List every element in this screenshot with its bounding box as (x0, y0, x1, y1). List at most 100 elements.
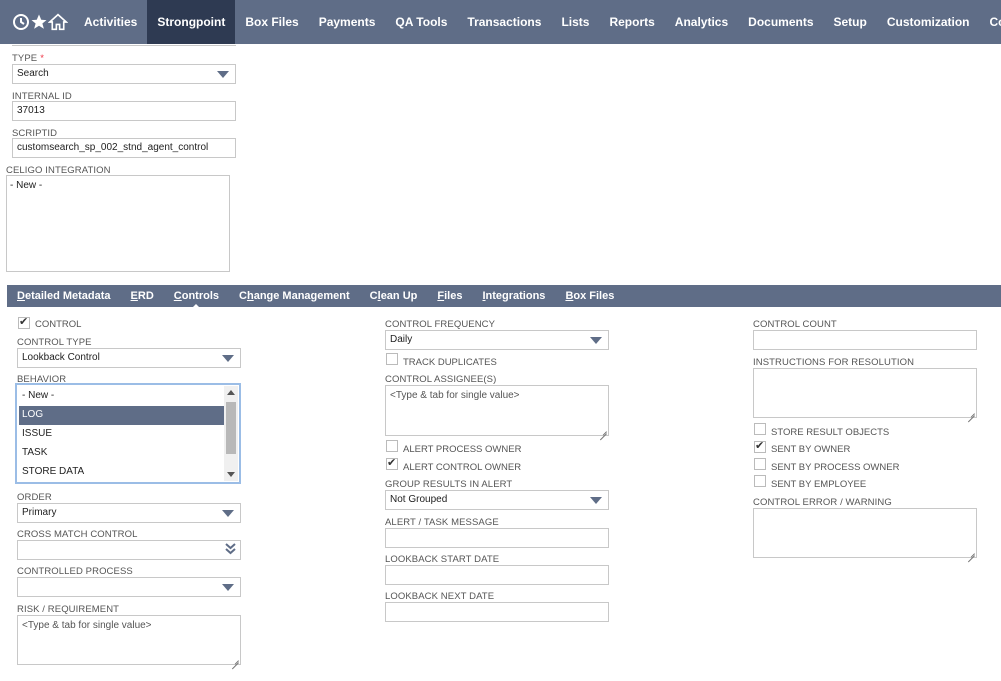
behavior-option[interactable]: - New - (19, 387, 224, 406)
lookback-next-date-input[interactable] (385, 602, 609, 622)
sent-by-owner-label: SENT BY OWNER (771, 444, 851, 455)
resize-handle-icon[interactable] (968, 549, 975, 556)
nav-analytics[interactable]: Analytics (665, 0, 738, 44)
controlled-process-select[interactable] (17, 577, 241, 597)
chevron-down-icon (590, 497, 602, 504)
tab-integrations[interactable]: Integrations (482, 290, 545, 302)
control-frequency-label: CONTROL FREQUENCY (385, 319, 496, 330)
track-duplicates-checkbox[interactable] (386, 353, 398, 365)
control-checkbox-label: CONTROL (35, 319, 82, 330)
control-type-value: Lookback Control (22, 352, 100, 363)
scroll-up-icon[interactable] (227, 390, 235, 395)
group-results-value: Not Grouped (390, 494, 448, 505)
nav-box-files[interactable]: Box Files (235, 0, 308, 44)
alert-process-owner-label: ALERT PROCESS OWNER (403, 444, 522, 455)
behavior-option[interactable]: STORE DATA (19, 463, 224, 482)
control-assignees-placeholder: <Type & tab for single value> (390, 390, 520, 401)
control-assignees-label: CONTROL ASSIGNEE(S) (385, 374, 497, 385)
celigo-integration-listbox[interactable]: - New - (6, 175, 230, 272)
resize-handle-icon[interactable] (968, 409, 975, 416)
nav-transactions[interactable]: Transactions (457, 0, 551, 44)
sent-by-owner-checkbox[interactable] (754, 439, 766, 453)
control-error-warning-input[interactable] (753, 508, 977, 558)
instructions-for-resolution-label: INSTRUCTIONS FOR RESOLUTION (753, 357, 915, 368)
chevron-down-icon (222, 355, 234, 362)
lookback-start-date-input[interactable] (385, 565, 609, 585)
chevron-down-icon (222, 584, 234, 591)
sent-by-employee-checkbox[interactable] (754, 475, 766, 487)
cross-match-control-select[interactable] (17, 540, 241, 560)
instructions-for-resolution-input[interactable] (753, 368, 977, 418)
order-label: ORDER (17, 492, 52, 503)
tab-erd-rest: RD (137, 290, 154, 302)
double-chevron-down-icon[interactable] (225, 543, 236, 558)
tab-files[interactable]: Files (437, 290, 462, 302)
sent-by-employee-label: SENT BY EMPLOYEE (771, 479, 867, 490)
control-type-select[interactable]: Lookback Control (17, 348, 241, 368)
cross-match-control-label: CROSS MATCH CONTROL (17, 529, 138, 540)
group-results-in-alert-select[interactable]: Not Grouped (385, 490, 609, 510)
alert-control-owner-checkbox[interactable] (386, 456, 398, 470)
behavior-scrollbar[interactable] (224, 386, 238, 481)
tab-clean-up[interactable]: Clean Up (370, 290, 418, 302)
nav-customization[interactable]: Customization (877, 0, 980, 44)
risk-requirement-input[interactable]: <Type & tab for single value> (17, 615, 241, 665)
subtab-bar: Detailed Metadata ERD Controls Change Ma… (7, 285, 1001, 307)
scriptid-field[interactable]: customsearch_sp_002_stnd_agent_control (12, 138, 236, 158)
resize-handle-icon[interactable] (232, 656, 239, 663)
type-select-value: Search (17, 68, 49, 79)
tab-box-files[interactable]: Box Files (565, 290, 614, 302)
store-result-objects-checkbox[interactable] (754, 423, 766, 435)
behavior-option[interactable]: TASK (19, 444, 224, 463)
alert-task-message-input[interactable] (385, 528, 609, 548)
nav-payments[interactable]: Payments (309, 0, 386, 44)
tab-change-management-c: C (239, 290, 247, 302)
scrollbar-thumb[interactable] (226, 402, 236, 454)
control-count-label: CONTROL COUNT (753, 319, 837, 330)
nav-documents[interactable]: Documents (738, 0, 823, 44)
sent-by-process-owner-label: SENT BY PROCESS OWNER (771, 462, 900, 473)
behavior-listbox[interactable]: - New - LOG ISSUE TASK STORE DATA (15, 383, 241, 484)
control-type-label: CONTROL TYPE (17, 337, 92, 348)
nav-qa-tools[interactable]: QA Tools (385, 0, 457, 44)
nav-activities[interactable]: Activities (74, 0, 147, 44)
alert-process-owner-checkbox[interactable] (386, 440, 398, 452)
behavior-option[interactable]: ISSUE (19, 425, 224, 444)
nav-strongpoint[interactable]: Strongpoint (147, 0, 236, 44)
nav-more[interactable]: Co (980, 0, 1001, 44)
control-assignees-input[interactable]: <Type & tab for single value> (385, 385, 609, 436)
celigo-integration-option-new[interactable]: - New - (10, 180, 42, 191)
type-label: TYPE * (12, 53, 45, 64)
sent-by-process-owner-checkbox[interactable] (754, 458, 766, 470)
chevron-down-icon (217, 71, 229, 78)
control-checkbox[interactable] (18, 315, 30, 329)
tab-erd[interactable]: ERD (131, 290, 154, 302)
tab-files-rest: iles (444, 290, 463, 302)
controlled-process-label: CONTROLLED PROCESS (17, 566, 133, 577)
nav-lists[interactable]: Lists (551, 0, 599, 44)
tab-controls[interactable]: Controls (174, 290, 219, 302)
type-select[interactable]: Search (12, 64, 236, 84)
nav-setup[interactable]: Setup (824, 0, 877, 44)
resize-handle-icon[interactable] (600, 427, 607, 434)
order-select[interactable]: Primary (17, 503, 241, 523)
control-frequency-select[interactable]: Daily (385, 330, 609, 350)
tab-detailed-metadata-rest: etailed Metadata (24, 290, 111, 302)
tab-integrations-rest: ntegrations (485, 290, 546, 302)
tab-box-files-rest: ox Files (573, 290, 615, 302)
tab-change-management-rest: ange Management (253, 290, 350, 302)
nav-reports[interactable]: Reports (599, 0, 664, 44)
tab-detailed-metadata[interactable]: Detailed Metadata (17, 290, 111, 302)
recent-icon[interactable] (12, 0, 30, 44)
behavior-option-selected[interactable]: LOG (19, 406, 224, 425)
scroll-down-icon[interactable] (227, 472, 235, 477)
group-results-in-alert-label: GROUP RESULTS IN ALERT (385, 479, 513, 490)
tab-change-management[interactable]: Change Management (239, 290, 350, 302)
internal-id-field[interactable]: 37013 (12, 101, 236, 121)
home-icon[interactable] (48, 0, 68, 44)
star-icon[interactable] (30, 0, 48, 44)
control-frequency-value: Daily (390, 334, 413, 345)
track-duplicates-label: TRACK DUPLICATES (403, 357, 497, 368)
control-count-input[interactable] (753, 330, 977, 350)
order-value: Primary (22, 507, 57, 518)
